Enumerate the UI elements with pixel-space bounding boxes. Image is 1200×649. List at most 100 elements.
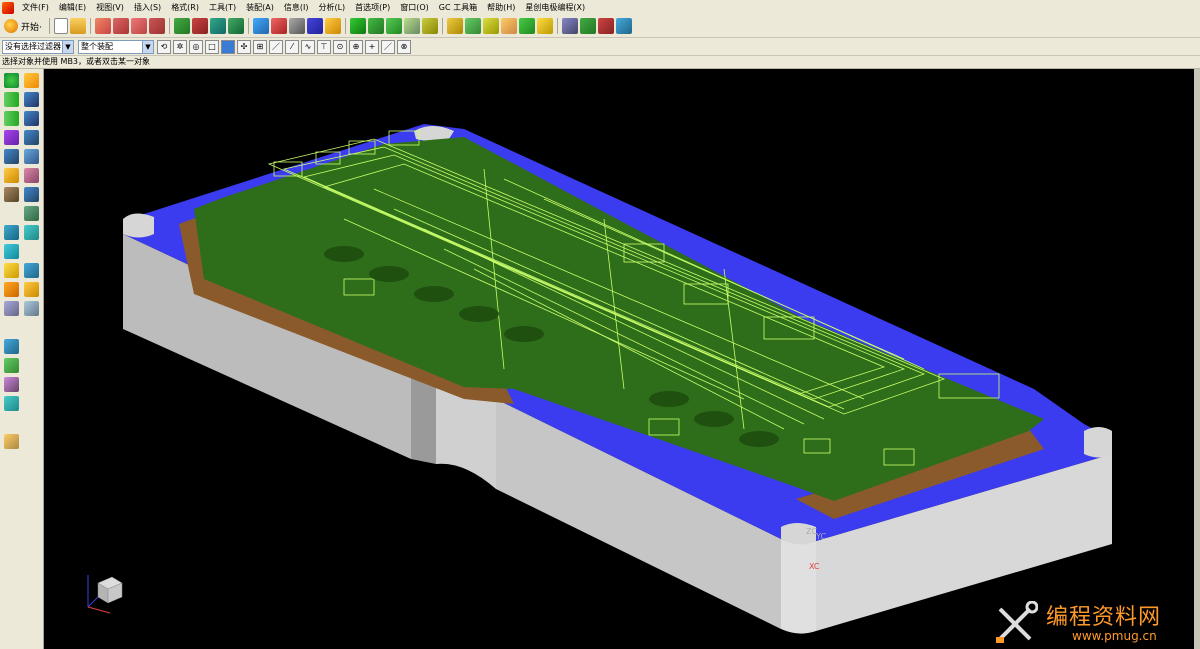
rectangle-select-icon[interactable]: □ [205, 39, 219, 54]
parting-icon[interactable] [367, 18, 384, 34]
menu-edit[interactable]: 编辑(E) [54, 0, 91, 15]
bom-icon[interactable] [3, 434, 19, 449]
cooling-icon[interactable] [3, 263, 19, 278]
gate-icon[interactable] [3, 282, 19, 297]
snap-control-icon[interactable]: ⁄ [285, 39, 299, 54]
filter-settings-icon[interactable]: ✲ [173, 39, 187, 54]
snap-center-icon[interactable]: ⊙ [333, 39, 347, 54]
arrow-right-icon[interactable] [3, 111, 19, 126]
snap-quadrant-icon[interactable]: ⊕ [349, 39, 363, 54]
electrode-icon[interactable] [23, 301, 39, 316]
transparency-icon[interactable] [3, 149, 19, 164]
electrode-create-icon[interactable] [446, 18, 463, 34]
menu-view[interactable]: 视图(V) [91, 0, 129, 15]
electrode-bom-icon[interactable] [536, 18, 553, 34]
menu-insert[interactable]: 插入(S) [129, 0, 166, 15]
revolve-icon[interactable] [191, 18, 208, 34]
open-folder-icon[interactable] [69, 18, 86, 34]
layout-icon[interactable] [403, 18, 420, 34]
ejector-icon[interactable] [3, 225, 19, 240]
insert-icon[interactable] [3, 377, 19, 392]
surface-icon[interactable] [23, 149, 39, 164]
snap-face-icon[interactable]: ⊗ [397, 39, 411, 54]
view-section-icon[interactable] [615, 18, 632, 34]
crosshair-icon[interactable] [3, 301, 19, 316]
snap-point-icon[interactable]: ✣ [237, 39, 251, 54]
snap-midpoint-icon[interactable]: ／ [269, 39, 283, 54]
mold-csys-icon[interactable] [23, 73, 39, 88]
nx-logo-icon [2, 1, 14, 14]
patch-icon[interactable] [23, 168, 39, 183]
copy-icon[interactable] [3, 73, 19, 88]
measure-icon[interactable] [579, 18, 596, 34]
select-all-icon[interactable]: ◎ [189, 39, 203, 54]
electrode-list-icon[interactable] [464, 18, 481, 34]
layer-settings-icon[interactable] [270, 18, 287, 34]
grid-icon[interactable] [23, 225, 39, 240]
type-filter-dropdown[interactable]: 没有选择过滤器 ▼ [2, 39, 74, 54]
trim-curve-icon[interactable] [148, 18, 165, 34]
start-button[interactable]: 开始· [0, 17, 46, 35]
graphics-window[interactable]: ZC YC XC 编程资料网 www.pmug.cn [44, 69, 1194, 649]
orient-view-icon[interactable] [252, 18, 269, 34]
spline-icon[interactable] [130, 18, 147, 34]
electrode-check-icon[interactable] [500, 18, 517, 34]
slider-icon[interactable] [3, 339, 19, 354]
spacer-icon [3, 206, 19, 221]
snap-arc-icon[interactable]: ∿ [301, 39, 315, 54]
site-watermark: 编程资料网 www.pmug.cn [992, 599, 1190, 647]
runner-icon[interactable] [23, 282, 39, 297]
extrude-icon[interactable] [173, 18, 190, 34]
block-icon[interactable] [3, 187, 19, 202]
library-icon[interactable] [23, 111, 39, 126]
stack-icon[interactable] [3, 168, 19, 183]
interference-icon[interactable] [597, 18, 614, 34]
feature-select-icon[interactable] [221, 39, 235, 54]
resource-bar-right[interactable] [1194, 69, 1200, 649]
datum-csys-icon[interactable] [209, 18, 226, 34]
snap-existing-point-icon[interactable]: + [365, 39, 379, 54]
menu-electrode-programming[interactable]: 星创电极编程(X) [520, 0, 590, 15]
electrode-copy-icon[interactable] [482, 18, 499, 34]
parting-line-icon[interactable] [3, 130, 19, 145]
snap-intersection-icon[interactable]: ⊤ [317, 39, 331, 54]
lifter-icon[interactable] [3, 358, 19, 373]
menu-preferences[interactable]: 首选项(P) [350, 0, 395, 15]
toolbar-separator [168, 18, 170, 34]
menu-help[interactable]: 帮助(H) [482, 0, 520, 15]
pocket-icon[interactable] [3, 396, 19, 411]
cube-icon[interactable] [3, 244, 19, 259]
snap-endpoint-icon[interactable]: ⊞ [253, 39, 267, 54]
menu-file[interactable]: 文件(F) [17, 0, 54, 15]
wcs-yc-label: YC [815, 532, 826, 541]
render-style-icon[interactable] [324, 18, 341, 34]
menu-window[interactable]: 窗口(O) [395, 0, 434, 15]
snap-on-curve-icon[interactable]: ／ [381, 39, 395, 54]
menu-analysis[interactable]: 分析(L) [313, 0, 350, 15]
view-triad-icon [87, 575, 123, 614]
clip-section-icon[interactable] [288, 18, 305, 34]
curve-icon[interactable] [112, 18, 129, 34]
mold-wizard-icon[interactable] [349, 18, 366, 34]
selection-scope-dropdown[interactable]: 整个装配 ▼ [78, 39, 154, 54]
reset-filter-icon[interactable]: ⟲ [157, 39, 171, 54]
menu-tools[interactable]: 工具(T) [204, 0, 241, 15]
mold-tools-icon[interactable] [421, 18, 438, 34]
analysis-icon[interactable] [561, 18, 578, 34]
new-file-icon[interactable] [53, 18, 68, 34]
assembly-icon[interactable] [227, 18, 244, 34]
region-icon[interactable] [23, 187, 39, 202]
book-icon[interactable] [23, 92, 39, 107]
sketch-icon[interactable] [94, 18, 111, 34]
face-icon[interactable] [23, 130, 39, 145]
standard-part-icon[interactable] [23, 263, 39, 278]
split-icon[interactable] [23, 206, 39, 221]
menu-gc-toolkits[interactable]: GC 工具箱 [434, 0, 482, 15]
workpiece-icon[interactable] [385, 18, 402, 34]
shaded-view-icon[interactable] [306, 18, 323, 34]
menu-assemblies[interactable]: 装配(A) [241, 0, 279, 15]
menu-information[interactable]: 信息(I) [279, 0, 314, 15]
menu-format[interactable]: 格式(R) [166, 0, 204, 15]
arrow-left-icon[interactable] [3, 92, 19, 107]
electrode-drawing-icon[interactable] [518, 18, 535, 34]
